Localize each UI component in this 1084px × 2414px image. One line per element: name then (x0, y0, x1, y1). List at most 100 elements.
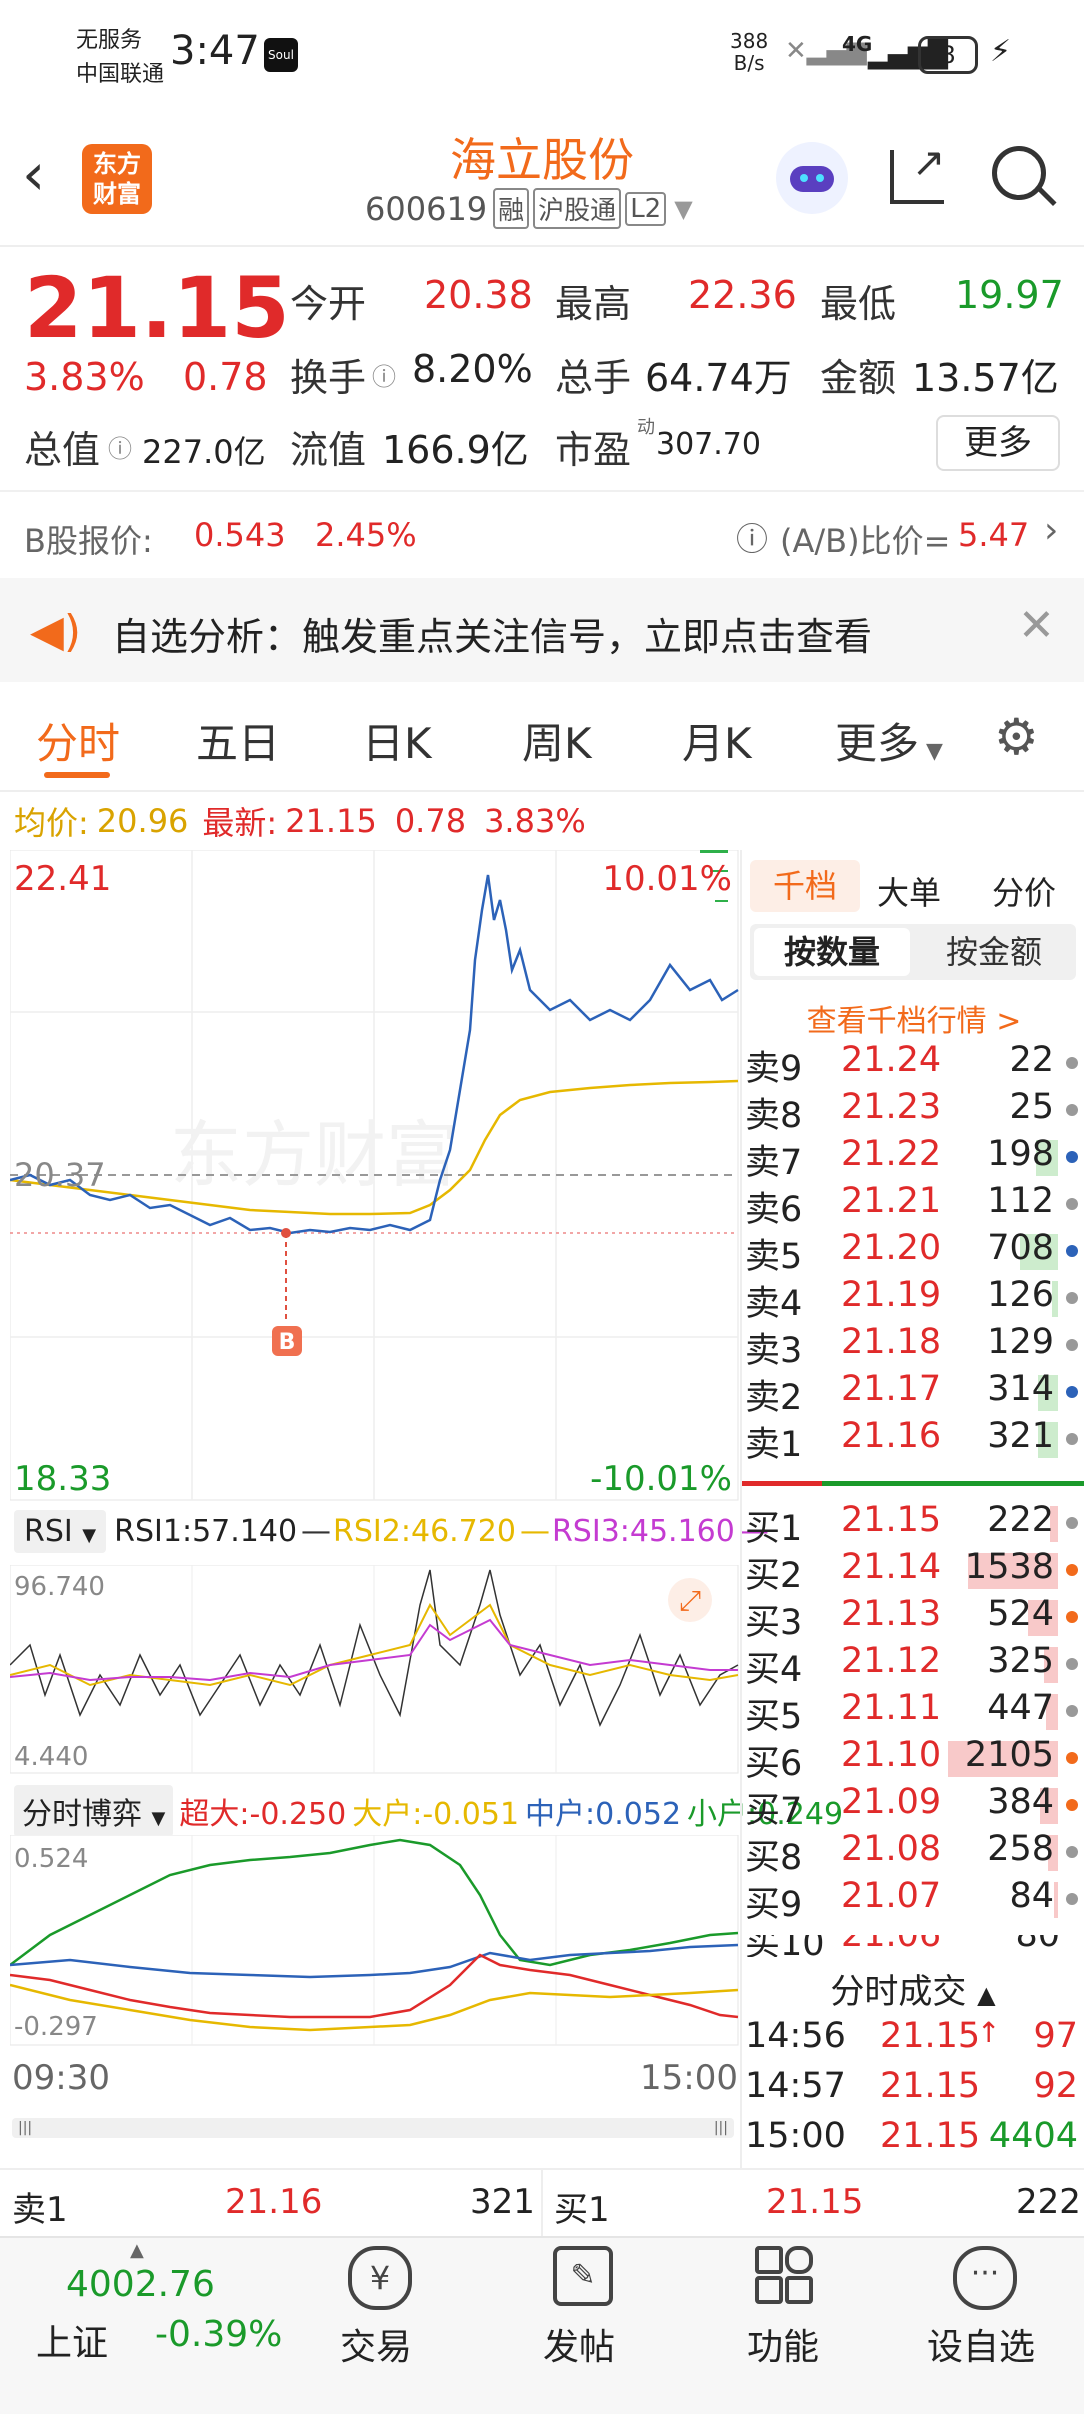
ask-level-row[interactable]: 卖8 21.23 25 (745, 1087, 1080, 1136)
robot-assistant-icon[interactable] (776, 142, 848, 214)
bid-level-qty: 222 (987, 1500, 1054, 1540)
ask-level-row[interactable]: 卖7 21.22 198 (745, 1134, 1080, 1183)
rsi1-value: RSI1:57.140 (114, 1514, 298, 1549)
bid-level-label: 买7 (745, 1791, 803, 1831)
ask-level-row[interactable]: 卖2 21.17 314 (745, 1369, 1080, 1418)
nav-add-watchlist[interactable]: 设自选 (906, 2318, 1056, 2370)
ask-level-qty: 129 (987, 1322, 1054, 1362)
mktcap-label: 总值 (24, 428, 101, 472)
settings-gear-icon[interactable]: ⚙ (994, 708, 1039, 766)
tab-big-order[interactable]: 大单 (877, 868, 941, 914)
ask-level-row[interactable]: 卖6 21.21 112 (745, 1181, 1080, 1230)
info-icon[interactable]: ⓘ (108, 429, 132, 464)
function-grid-icon[interactable] (755, 2246, 813, 2304)
help-icon[interactable]: ⓘ (736, 514, 768, 560)
flow-select[interactable]: 分时博弈 ▼ (14, 1785, 174, 1837)
bid-level-row[interactable]: 买5 21.11 447 (745, 1688, 1080, 1737)
tab-more[interactable]: 更多 ▼ (835, 710, 943, 771)
subtab-by-quantity[interactable]: 按数量 (754, 928, 910, 976)
tab-weekly-k[interactable]: 周K (522, 710, 592, 771)
subtab-by-amount[interactable]: 按金额 (916, 928, 1072, 976)
ask-level-row[interactable]: 卖4 21.19 126 (745, 1275, 1080, 1324)
b-share-row[interactable]: B股报价: 0.543 2.45% ⓘ (A/B)比价= 5.47 › (0, 490, 1084, 572)
tab-level-1000[interactable]: 千档 (750, 860, 860, 912)
bid-level-price: 21.08 (841, 1829, 942, 1869)
ask-level-dot-icon (1066, 1339, 1078, 1351)
bid-level-row[interactable]: 买2 21.14 1538 (745, 1547, 1080, 1596)
bid-level-row[interactable]: 买4 21.12 325 (745, 1641, 1080, 1690)
trades-title[interactable]: 分时成交 ▲ (742, 1964, 1084, 2013)
tab-monthly-k[interactable]: 月K (682, 710, 752, 771)
nav-trade[interactable]: 交易 (301, 2318, 451, 2370)
ask-level-row[interactable]: 卖3 21.18 129 (745, 1322, 1080, 1371)
turnover-label: 换手 (290, 356, 367, 400)
volume-label: 总手 (555, 356, 632, 400)
intraday-summary: 均价: 20.96 最新: 21.15 0.78 3.83% (14, 798, 586, 844)
bid-level-row[interactable]: 买9 21.07 84 (745, 1876, 1080, 1925)
mktcap-value: 227.0亿 (142, 433, 266, 471)
expand-arrow: ⤢ (679, 1584, 701, 1617)
index-value[interactable]: 4002.76 (66, 2264, 215, 2305)
tab-five-day[interactable]: 五日 (196, 710, 280, 771)
bid-level-row[interactable]: 买8 21.08 258 (745, 1829, 1080, 1878)
ask-level-row[interactable]: 卖1 21.16 321 (745, 1416, 1080, 1465)
trade-icon[interactable]: ¥ (348, 2246, 412, 2310)
bid-level-row[interactable]: 买7 21.09 384 (745, 1782, 1080, 1831)
scroll-handle-left[interactable]: ||| (18, 2120, 32, 2136)
status-time: 3:47 (170, 28, 260, 74)
bottom-ask-qty: 321 (470, 2182, 535, 2222)
tab-intraday[interactable]: 分时 (36, 710, 120, 771)
dropdown-icon[interactable]: ▼ (674, 195, 692, 223)
bid-level-price: 21.07 (841, 1876, 942, 1916)
nav-function[interactable]: 功能 (708, 2318, 858, 2370)
bottom-bid-qty: 222 (1016, 2182, 1081, 2222)
rsi-select[interactable]: RSI ▼ (14, 1510, 107, 1553)
bid-level-row[interactable]: 买6 21.10 2105 (745, 1735, 1080, 1784)
ask-level-price: 21.23 (841, 1087, 942, 1127)
charging-icon: ⚡ (990, 34, 1012, 69)
ask-level-row[interactable]: 卖9 21.24 22 (745, 1040, 1080, 1089)
more-button[interactable]: 更多 (936, 415, 1060, 471)
y-max-pct: 10.01% (602, 859, 732, 899)
ask-level-label: 卖3 (745, 1331, 803, 1371)
latest-pct: 3.83% (484, 802, 586, 840)
notice-bar[interactable]: ◀) 自选分析：触发重点关注信号，立即点击查看 ✕ (0, 578, 1084, 682)
ask-level-dot-icon (1066, 1386, 1078, 1398)
close-icon[interactable]: ✕ (1018, 600, 1055, 651)
bid-level-dot-icon (1066, 1752, 1078, 1764)
share-arrow: ↗ (912, 140, 946, 186)
open-label: 今开 (290, 282, 367, 326)
bid-level-row[interactable]: 买1 21.15 222 (745, 1500, 1080, 1549)
latest-value: 21.15 (285, 802, 377, 840)
trade-volume: 4404 (988, 2116, 1078, 2156)
ask-level-price: 21.22 (841, 1134, 942, 1174)
scroll-handle-right[interactable]: ||| (714, 2120, 728, 2136)
view-level-1000-link[interactable]: 查看千档行情 > (742, 996, 1084, 1040)
bid-level-label: 买5 (745, 1697, 803, 1737)
rsi-y-min: 4.440 (14, 1742, 88, 1772)
flow-mid: 中户:0.052 (525, 1797, 682, 1832)
buy-marker-label: B (279, 1330, 296, 1355)
info-icon[interactable]: ⓘ (372, 357, 396, 392)
flow-chart[interactable]: 0.524 -0.297 (10, 1835, 740, 2047)
intraday-price-chart[interactable]: 东方财富 B 22.41 10.01% 20.37 18.33 -10.01% (10, 850, 740, 1502)
trade-time: 14:57 (745, 2066, 846, 2106)
rsi1-legend-line: — (301, 1514, 332, 1549)
bid-level-price: 21.10 (841, 1735, 942, 1775)
time-range-scrollbar[interactable]: ||| ||| (12, 2118, 734, 2138)
ask-level-dot-icon (1066, 1057, 1078, 1069)
bid-level-qty: 2105 (964, 1735, 1054, 1775)
ask-level-row[interactable]: 卖5 21.20 708 (745, 1228, 1080, 1277)
time-start: 09:30 (12, 2058, 110, 2098)
more-dots-icon[interactable]: ··· (953, 2246, 1017, 2310)
tab-price-dist[interactable]: 分价 (992, 868, 1056, 914)
nav-post[interactable]: 发帖 (504, 2318, 654, 2370)
tab-daily-k[interactable]: 日K (362, 710, 432, 771)
b-share-price: 0.543 (194, 516, 286, 554)
post-icon[interactable]: ✎ (553, 2246, 613, 2306)
bid-level-row[interactable]: 买3 21.13 524 (745, 1594, 1080, 1643)
turnover-value: 8.20% (412, 347, 533, 391)
divider (541, 2170, 543, 2238)
rsi-chart[interactable]: ⤢ 96.740 4.440 (10, 1565, 740, 1775)
index-up-caret: ▲ (130, 2240, 144, 2261)
